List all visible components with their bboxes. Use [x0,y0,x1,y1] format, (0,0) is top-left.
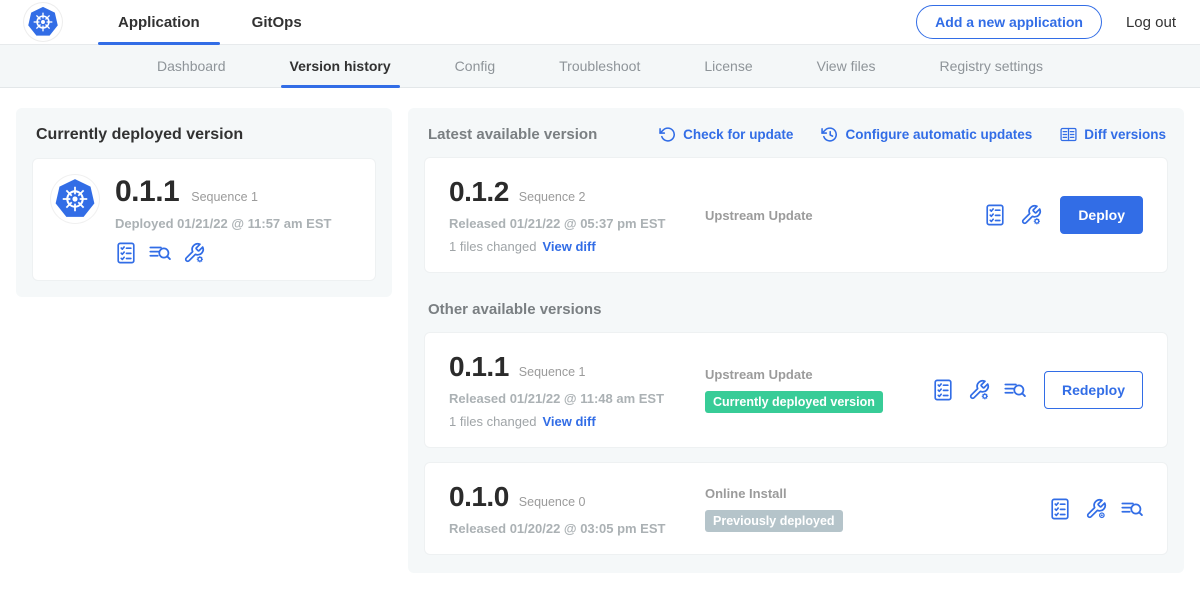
top-nav-tabs: Application GitOps [92,0,328,44]
sub-nav-tab-label: Registry settings [940,58,1043,74]
files-changed-label: 1 files changed [449,239,536,254]
preflight-checks-icon[interactable] [1004,379,1026,401]
preflight-checks-icon[interactable] [149,242,171,264]
view-config-icon[interactable] [1085,498,1107,520]
view-diff-link[interactable]: View diff [542,239,595,254]
release-deploy-button[interactable]: Deploy [1060,196,1143,234]
sub-nav-tab-label: Dashboard [157,58,226,74]
sub-nav-tab-label: License [704,58,752,74]
release-version-number: 0.1.2 [449,176,509,208]
top-nav-tab-label: Application [118,14,200,31]
deployed-sequence: Sequence 1 [191,190,258,204]
release-actions [1049,498,1143,520]
release-notes-icon[interactable] [984,204,1006,226]
main-content: Currently deployed version 0.1.1 Sequenc… [0,88,1200,593]
add-application-button[interactable]: Add a new application [916,5,1102,39]
release-actions: Deploy [984,196,1143,234]
files-changed-label: 1 files changed [449,414,536,429]
app-icon [51,175,99,223]
sub-nav-tab[interactable]: Dashboard [154,45,229,87]
sub-nav-tab[interactable]: Registry settings [937,45,1046,87]
release-actions: Redeploy [932,371,1143,409]
release-status-badge: Previously deployed [705,510,843,532]
version-header-actions: Check for update Configure automatic upd… [659,126,1166,143]
top-nav: Application GitOps Add a new application … [0,0,1200,45]
release-info: 0.1.1 Sequence 1 Released 01/21/22 @ 11:… [449,351,705,429]
header-action-label: Diff versions [1084,127,1166,142]
view-diff-link[interactable]: View diff [542,414,595,429]
release-files-row: 1 files changed View diff [449,239,705,254]
release-sequence: Sequence 0 [519,495,586,509]
sub-nav-tab-label: Config [455,58,495,74]
release-deploy-button[interactable]: Redeploy [1044,371,1143,409]
schedule-icon [821,126,838,143]
release-info: 0.1.2 Sequence 2 Released 01/21/22 @ 05:… [449,176,705,254]
deployed-timestamp: Deployed 01/21/22 @ 11:57 am EST [115,216,331,231]
top-nav-right: Add a new application Log out [916,5,1176,39]
release-source-label: Online Install [705,486,1039,501]
top-nav-tab-label: GitOps [252,14,302,31]
edit-config-icon[interactable] [1020,204,1042,226]
sub-nav-tab[interactable]: View files [814,45,879,87]
header-action-link[interactable]: Configure automatic updates [821,126,1032,143]
other-releases-container: 0.1.1 Sequence 1 Released 01/21/22 @ 11:… [424,332,1168,555]
sub-nav-tab-label: Troubleshoot [559,58,640,74]
release-card: 0.1.0 Sequence 0 Released 01/20/22 @ 03:… [424,462,1168,555]
sub-nav-tab[interactable]: License [701,45,755,87]
release-source-label: Upstream Update [705,208,974,223]
release-version-number: 0.1.0 [449,481,509,513]
latest-release-container: 0.1.2 Sequence 2 Released 01/21/22 @ 05:… [424,157,1168,273]
sub-nav-tab-label: Version history [290,58,391,74]
edit-config-icon[interactable] [968,379,990,401]
release-source-label: Upstream Update [705,367,922,382]
refresh-icon [659,126,676,143]
sub-nav-tab[interactable]: Troubleshoot [556,45,643,87]
latest-version-header: Latest available version Check for updat… [428,126,1166,143]
app-sub-nav: Dashboard Version history Config Troublesho… [0,45,1200,88]
logout-button[interactable]: Log out [1126,14,1176,31]
other-versions-title: Other available versions [428,301,1166,318]
release-middle: Online Install Previously deployed [705,486,1049,532]
release-files-row: 1 files changed View diff [449,414,705,429]
release-sequence: Sequence 1 [519,365,586,379]
release-timestamp: Released 01/20/22 @ 03:05 pm EST [449,521,705,536]
release-notes-icon[interactable] [1049,498,1071,520]
release-version-number: 0.1.1 [449,351,509,383]
release-card: 0.1.1 Sequence 1 Released 01/21/22 @ 11:… [424,332,1168,448]
release-middle: Upstream Update [705,208,984,223]
edit-config-icon[interactable] [183,242,205,264]
deployed-icon-row [115,242,331,264]
deployed-panel-title: Currently deployed version [36,126,374,144]
header-action-link[interactable]: Diff versions [1060,126,1166,143]
top-nav-tab[interactable]: GitOps [226,0,328,44]
release-status-badge: Currently deployed version [705,391,883,413]
diff-icon [1060,126,1077,143]
deployed-version-number: 0.1.1 [115,175,179,209]
sub-nav-tab[interactable]: Config [452,45,498,87]
release-notes-icon[interactable] [932,379,954,401]
release-card: 0.1.2 Sequence 2 Released 01/21/22 @ 05:… [424,157,1168,273]
header-action-label: Check for update [683,127,793,142]
release-notes-icon[interactable] [115,242,137,264]
sub-nav-tab[interactable]: Version history [287,45,394,87]
release-sequence: Sequence 2 [519,190,586,204]
sub-nav-tab-label: View files [817,58,876,74]
latest-version-title: Latest available version [428,126,597,143]
header-action-label: Configure automatic updates [845,127,1032,142]
currently-deployed-panel: Currently deployed version 0.1.1 Sequenc… [16,108,392,297]
preflight-checks-icon[interactable] [1121,498,1143,520]
version-history-panel: Latest available version Check for updat… [408,108,1184,573]
deployed-version-card: 0.1.1 Sequence 1 Deployed 01/21/22 @ 11:… [32,158,376,281]
kubernetes-logo [24,3,62,41]
release-middle: Upstream Update Currently deployed versi… [705,367,932,413]
release-timestamp: Released 01/21/22 @ 11:48 am EST [449,391,705,406]
release-info: 0.1.0 Sequence 0 Released 01/20/22 @ 03:… [449,481,705,536]
release-timestamp: Released 01/21/22 @ 05:37 pm EST [449,216,705,231]
deployed-version-details: 0.1.1 Sequence 1 Deployed 01/21/22 @ 11:… [115,175,331,264]
header-action-link[interactable]: Check for update [659,126,793,143]
top-nav-tab[interactable]: Application [92,0,226,44]
